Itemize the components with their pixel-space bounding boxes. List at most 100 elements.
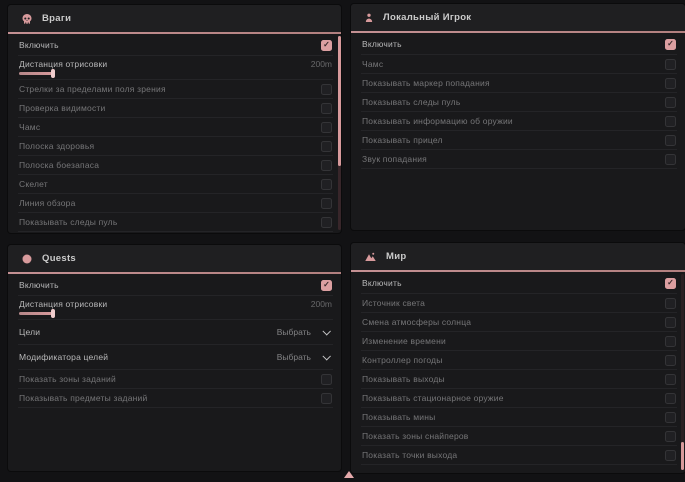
- checkbox[interactable]: [665, 317, 676, 328]
- local-player-row[interactable]: Показывать прицел: [361, 131, 677, 150]
- row-label: Включить: [362, 39, 402, 49]
- slider-track[interactable]: [19, 72, 53, 75]
- panel-quests-header: Quests: [8, 245, 341, 272]
- row-label: Показывать следы пуль: [19, 217, 117, 227]
- checkbox[interactable]: [321, 217, 332, 228]
- checkbox[interactable]: [665, 154, 676, 165]
- checkbox[interactable]: [665, 374, 676, 385]
- chevron-down-icon: [322, 352, 330, 360]
- enemies-row[interactable]: Показывать следы пуль: [18, 213, 333, 232]
- checkbox[interactable]: [321, 393, 332, 404]
- dropdown[interactable]: Выбрать: [277, 327, 332, 337]
- row-label: Изменение времени: [362, 336, 446, 346]
- world-row[interactable]: Изменение времени: [361, 332, 677, 351]
- row-label: Модификатора целей: [19, 352, 108, 362]
- row-label: Проверка видимости: [19, 103, 105, 113]
- panel-body: Включить✓Источник светаСмена атмосферы с…: [351, 272, 685, 465]
- checkbox[interactable]: [321, 122, 332, 133]
- world-row[interactable]: Показать зоны снайперов: [361, 427, 677, 446]
- checkbox[interactable]: [665, 135, 676, 146]
- checkbox[interactable]: [665, 393, 676, 404]
- checkbox[interactable]: [665, 298, 676, 309]
- row-label: Чамс: [362, 59, 383, 69]
- checkbox[interactable]: [665, 355, 676, 366]
- checkbox[interactable]: [321, 179, 332, 190]
- panel-enemies-header: Враги: [8, 5, 341, 32]
- world-row[interactable]: Смена атмосферы солнца: [361, 313, 677, 332]
- scrollbar-thumb[interactable]: [681, 442, 684, 470]
- enemies-row[interactable]: Стрелки за пределами поля зрения: [18, 80, 333, 99]
- quests-row[interactable]: Показать зоны заданий: [18, 370, 333, 389]
- checkbox[interactable]: [665, 450, 676, 461]
- scroll-indicator-triangle-icon[interactable]: [344, 471, 354, 478]
- local-player-row[interactable]: Включить ✓: [361, 34, 677, 55]
- quests-row[interactable]: Показывать предметы заданий: [18, 389, 333, 408]
- enemies-row[interactable]: Дистанция отрисовки200m: [18, 56, 333, 80]
- row-label: Полоска боезапаса: [19, 160, 99, 170]
- checkbox[interactable]: [321, 103, 332, 114]
- quests-row[interactable]: Дистанция отрисовки200m: [18, 296, 333, 320]
- row-label: Показать зоны снайперов: [362, 431, 469, 441]
- dropdown-value: Выбрать: [277, 327, 311, 337]
- checkbox[interactable]: [665, 97, 676, 108]
- row-label: Показать точки выхода: [362, 450, 457, 460]
- slider-value: 200m: [311, 299, 332, 309]
- checkbox[interactable]: ✓: [321, 280, 332, 291]
- enemies-row[interactable]: Полоска здоровья: [18, 137, 333, 156]
- enemies-row[interactable]: Линия обзора: [18, 194, 333, 213]
- row-label: Показывать предметы заданий: [19, 393, 147, 403]
- mod-menu-screen: Враги Включить ✓ Дистанция отрисовки200m Ст…: [0, 0, 685, 482]
- checkbox[interactable]: ✓: [665, 278, 676, 289]
- local-player-row[interactable]: Чамс: [361, 55, 677, 74]
- checkbox[interactable]: [321, 198, 332, 209]
- checkbox[interactable]: [321, 141, 332, 152]
- checkbox[interactable]: [665, 336, 676, 347]
- enemies-row[interactable]: Чамс: [18, 118, 333, 137]
- checkbox[interactable]: [665, 412, 676, 423]
- checkbox[interactable]: [665, 431, 676, 442]
- quest-orb-icon: [21, 253, 33, 265]
- local-player-row[interactable]: Показывать информацию об оружии: [361, 112, 677, 131]
- quests-row[interactable]: Модификатора целей Выбрать: [18, 345, 333, 370]
- quests-row[interactable]: ЦелиВыбрать: [18, 320, 333, 345]
- checkbox[interactable]: [665, 116, 676, 127]
- world-row[interactable]: Показывать мины: [361, 408, 677, 427]
- panel-enemies: Враги Включить✓ Дистанция отрисовки200m Ст…: [8, 5, 341, 233]
- quests-row[interactable]: Включить ✓: [18, 275, 333, 296]
- checkbox[interactable]: ✓: [321, 40, 332, 51]
- enemies-row[interactable]: Включить✓: [18, 35, 333, 56]
- enemies-row[interactable]: Полоска боезапаса: [18, 156, 333, 175]
- checkbox[interactable]: [665, 59, 676, 70]
- slider[interactable]: [19, 310, 59, 317]
- dropdown[interactable]: Выбрать: [277, 352, 332, 362]
- scrollbar[interactable]: [681, 274, 684, 470]
- checkbox[interactable]: [321, 374, 332, 385]
- enemies-row[interactable]: Скелет: [18, 175, 333, 194]
- checkbox[interactable]: [665, 78, 676, 89]
- world-row[interactable]: Включить✓: [361, 273, 677, 294]
- world-row[interactable]: Показывать выходы: [361, 370, 677, 389]
- row-label: Звук попадания: [362, 154, 427, 164]
- scrollbar[interactable]: [338, 36, 341, 230]
- person-icon: [364, 12, 374, 24]
- world-row[interactable]: Показывать стационарное оружие: [361, 389, 677, 408]
- checkbox[interactable]: ✓: [665, 39, 676, 50]
- slider-handle[interactable]: [51, 69, 55, 78]
- local-player-row[interactable]: Звук попадания: [361, 150, 677, 169]
- checkbox[interactable]: [321, 160, 332, 171]
- slider-track[interactable]: [19, 312, 53, 315]
- world-row[interactable]: Показать точки выхода: [361, 446, 677, 465]
- slider[interactable]: [19, 70, 59, 77]
- row-label: Показывать информацию об оружии: [362, 116, 513, 126]
- panel-body: Включить ✓ Чамс Показывать маркер попадания…: [351, 33, 685, 169]
- scrollbar-thumb[interactable]: [338, 36, 341, 166]
- world-row[interactable]: Контроллер погоды: [361, 351, 677, 370]
- row-label: Включить: [19, 280, 59, 290]
- checkbox[interactable]: [321, 84, 332, 95]
- slider-label-row: Дистанция отрисовки200m: [19, 59, 332, 69]
- local-player-row[interactable]: Показывать следы пуль: [361, 93, 677, 112]
- world-row[interactable]: Источник света: [361, 294, 677, 313]
- enemies-row[interactable]: Проверка видимости: [18, 99, 333, 118]
- slider-handle[interactable]: [51, 309, 55, 318]
- local-player-row[interactable]: Показывать маркер попадания: [361, 74, 677, 93]
